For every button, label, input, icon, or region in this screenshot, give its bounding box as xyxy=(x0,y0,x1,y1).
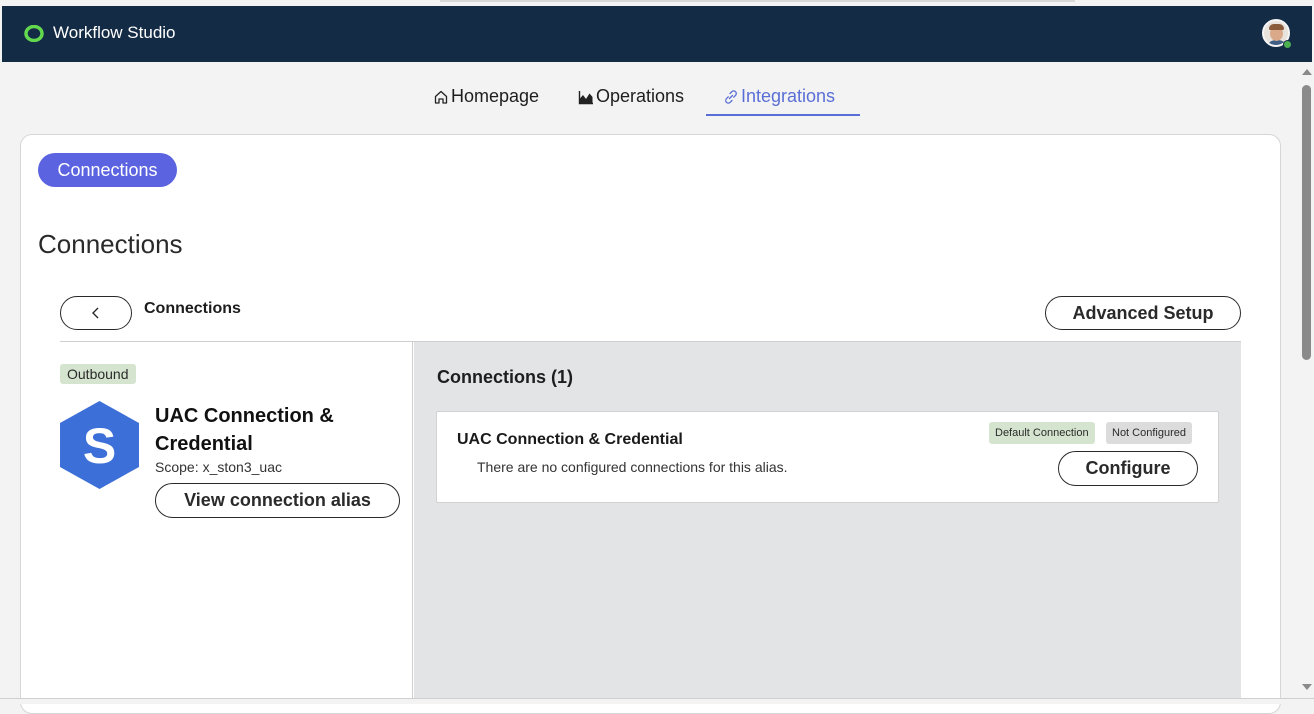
tab-homepage[interactable]: Homepage xyxy=(433,86,539,107)
window-bottom-edge xyxy=(0,698,1314,704)
not-configured-badge: Not Configured xyxy=(1106,422,1192,444)
scroll-down-icon[interactable] xyxy=(1302,684,1312,690)
active-tab-indicator xyxy=(706,114,860,116)
default-connection-badge: Default Connection xyxy=(989,422,1095,444)
connections-count: Connections (1) xyxy=(437,367,574,387)
app-header: Workflow Studio xyxy=(2,6,1312,62)
outbound-tag: Outbound xyxy=(60,364,136,384)
configure-button[interactable]: Configure xyxy=(1058,451,1198,486)
tab-integrations-label: Integrations xyxy=(741,86,836,106)
advanced-setup-button[interactable]: Advanced Setup xyxy=(1045,296,1241,330)
section-title: Connections xyxy=(144,300,241,317)
connections-panel xyxy=(414,342,1241,704)
alias-logo-letter: S xyxy=(83,418,116,474)
tab-integrations[interactable]: Integrations xyxy=(723,86,835,107)
app-title: Workflow Studio xyxy=(53,23,176,42)
chevron-left-icon xyxy=(92,307,99,319)
home-icon xyxy=(434,90,448,104)
online-status-icon xyxy=(1283,40,1292,49)
window-top-bar xyxy=(440,0,1075,2)
connection-description: There are no configured connections for … xyxy=(477,459,788,475)
view-connection-alias-button[interactable]: View connection alias xyxy=(155,483,400,518)
chart-icon xyxy=(578,90,593,104)
alias-logo-icon: S xyxy=(60,401,139,489)
connections-pill-button[interactable]: Connections xyxy=(38,153,177,187)
app-logo-icon xyxy=(24,25,44,42)
scope-label: Scope: xyxy=(155,459,199,475)
avatar-hair xyxy=(1269,24,1284,30)
back-button[interactable] xyxy=(60,296,132,330)
link-icon xyxy=(725,89,737,104)
scope-value: x_ston3_uac xyxy=(202,459,282,475)
tab-operations-label: Operations xyxy=(596,86,685,106)
tab-operations[interactable]: Operations xyxy=(578,86,684,107)
scrollbar-thumb[interactable] xyxy=(1302,85,1311,360)
connection-name: UAC Connection & Credential xyxy=(457,431,683,448)
page-title: Connections xyxy=(38,229,183,259)
alias-panel xyxy=(60,342,413,704)
scroll-up-icon[interactable] xyxy=(1302,69,1312,75)
alias-scope: Scope: x_ston3_uac xyxy=(155,459,282,475)
tab-homepage-label: Homepage xyxy=(451,86,540,106)
main-nav: Homepage Operations Integrations xyxy=(0,62,1300,120)
alias-title: UAC Connection & Credential xyxy=(155,405,334,455)
